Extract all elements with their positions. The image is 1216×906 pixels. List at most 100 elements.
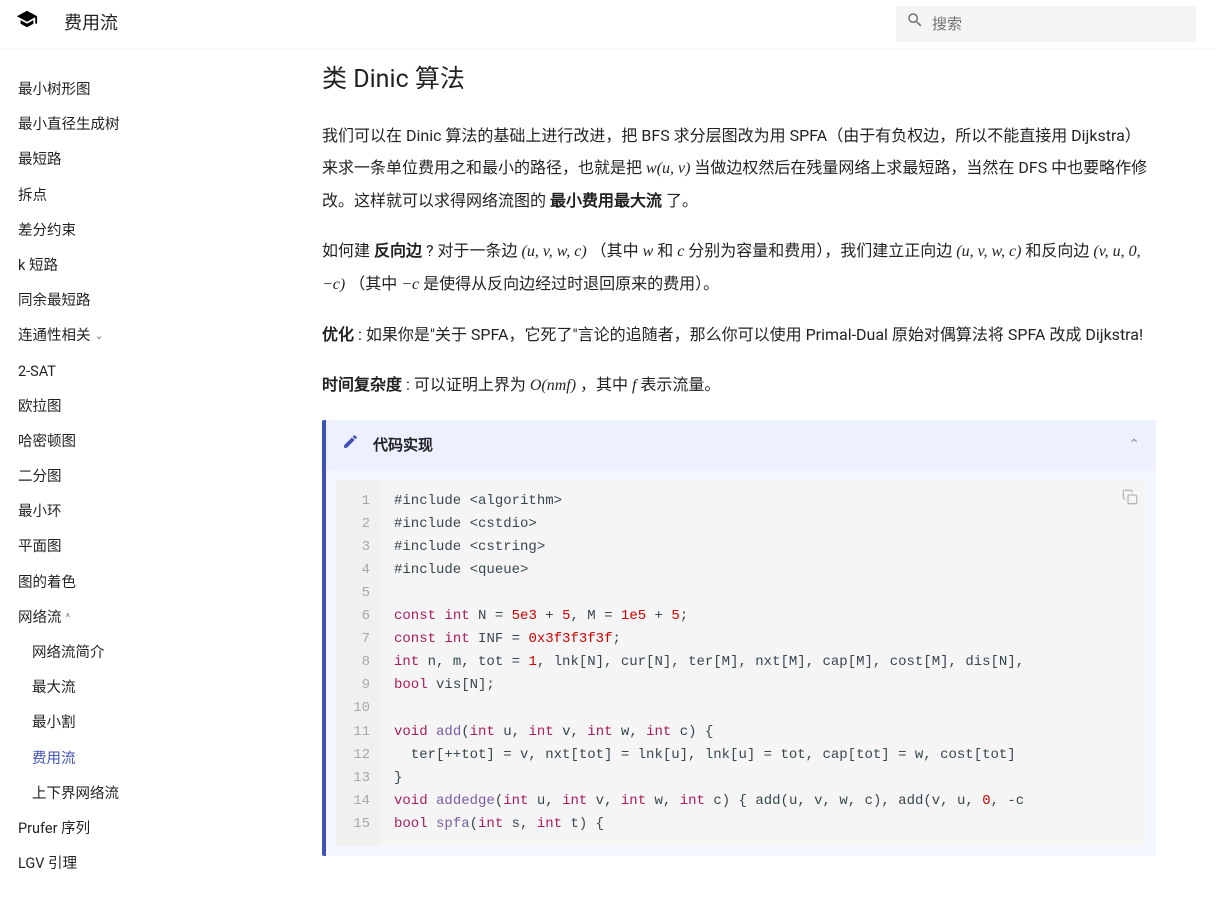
sidebar-item[interactable]: 网络流^ bbox=[0, 600, 242, 635]
text: 和 bbox=[653, 241, 677, 260]
line-number-gutter: 123456789101112131415 bbox=[336, 480, 380, 846]
sidebar-item[interactable]: Prufer 序列 bbox=[0, 811, 242, 846]
sidebar-item[interactable]: 连通性相关⌄ bbox=[0, 318, 242, 353]
page-title: 费用流 bbox=[64, 10, 118, 39]
chevron-icon: ^ bbox=[66, 609, 71, 627]
math-expr: O(nmf) bbox=[530, 377, 576, 394]
line-number: 1 bbox=[350, 490, 370, 513]
line-number: 8 bbox=[350, 651, 370, 674]
code-content[interactable]: #include <algorithm> #include <cstdio> #… bbox=[380, 480, 1146, 846]
strong-text: 最小费用最大流 bbox=[550, 191, 662, 210]
sidebar-item[interactable]: 二分图 bbox=[0, 459, 242, 494]
sidebar-item-label: 最小树形图 bbox=[18, 78, 91, 101]
strong-text: 时间复杂度 bbox=[322, 375, 402, 394]
strong-text: 优化 bbox=[322, 325, 354, 344]
chevron-down-icon: ⌃ bbox=[1128, 434, 1140, 456]
line-number: 5 bbox=[350, 582, 370, 605]
math-expr: w bbox=[643, 243, 654, 260]
sidebar-item-label: 平面图 bbox=[18, 535, 62, 558]
line-number: 7 bbox=[350, 628, 370, 651]
paragraph-complexity: 时间复杂度 : 可以证明上界为 O(nmf) ，其中 f 表示流量。 bbox=[322, 369, 1156, 402]
sidebar-item-label: 网络流简介 bbox=[32, 644, 105, 661]
sidebar-item-label: 差分约束 bbox=[18, 219, 76, 242]
sidebar-subitem[interactable]: 最小割 bbox=[0, 705, 242, 740]
sidebar-item[interactable]: 最短路 bbox=[0, 142, 242, 177]
sidebar-item-label: LGV 引理 bbox=[18, 852, 77, 875]
search-input[interactable] bbox=[932, 16, 1186, 33]
line-number: 13 bbox=[350, 767, 370, 790]
code-block: 123456789101112131415 #include <algorith… bbox=[336, 480, 1146, 846]
sidebar-item[interactable]: LGV 引理 bbox=[0, 846, 242, 875]
sidebar-item[interactable]: 欧拉图 bbox=[0, 389, 242, 424]
sidebar-subitem[interactable]: 上下界网络流 bbox=[0, 776, 242, 811]
chevron-icon: ⌄ bbox=[95, 327, 104, 345]
main-content: 类 Dinic 算法 我们可以在 Dinic 算法的基础上进行改进，把 BFS … bbox=[242, 48, 1216, 906]
code-card-title: 代码实现 bbox=[373, 433, 1128, 457]
text: 是使得从反向边经过时退回原来的费用）。 bbox=[419, 274, 719, 293]
sidebar-item-label: 同余最短路 bbox=[18, 289, 91, 312]
text: （其中 bbox=[345, 274, 401, 293]
math-expr: (u, v, w, c) bbox=[521, 243, 586, 260]
line-number: 9 bbox=[350, 674, 370, 697]
pencil-icon bbox=[342, 432, 359, 458]
code-block-wrapper: 123456789101112131415 #include <algorith… bbox=[326, 470, 1156, 856]
grad-cap-icon[interactable] bbox=[16, 6, 38, 41]
sidebar-item-label: 最大流 bbox=[32, 679, 76, 696]
sidebar-item-label: k 短路 bbox=[18, 254, 58, 277]
sidebar-nav: 最小树形图最小直径生成树最短路拆点差分约束 k 短路同余最短路连通性相关⌄ 2-SA… bbox=[0, 48, 242, 875]
text: : 如果你是"关于 SPFA，它死了"言论的追随者，那么你可以使用 Primal… bbox=[354, 325, 1143, 344]
sidebar-item[interactable]: k 短路 bbox=[0, 248, 242, 283]
sidebar-item-label: 上下界网络流 bbox=[32, 785, 119, 802]
sidebar-item-label: 网络流 bbox=[18, 606, 62, 629]
search-icon bbox=[906, 10, 924, 39]
sidebar-item[interactable]: 哈密顿图 bbox=[0, 424, 242, 459]
sidebar-item-label: 2-SAT bbox=[18, 360, 56, 383]
sidebar-item[interactable]: 最小树形图 bbox=[0, 72, 242, 107]
sidebar-item-label: 欧拉图 bbox=[18, 395, 62, 418]
text: （其中 bbox=[587, 241, 643, 260]
line-number: 4 bbox=[350, 559, 370, 582]
sidebar-item[interactable]: 最小环 bbox=[0, 494, 242, 529]
math-expr: w(u, v) bbox=[646, 160, 690, 177]
text: : 可以证明上界为 bbox=[402, 375, 530, 394]
text: 表示流量。 bbox=[636, 375, 720, 394]
sidebar-item-label: 最小割 bbox=[32, 714, 76, 731]
paragraph-optimization: 优化 : 如果你是"关于 SPFA，它死了"言论的追随者，那么你可以使用 Pri… bbox=[322, 319, 1156, 351]
sidebar-item[interactable]: 同余最短路 bbox=[0, 283, 242, 318]
copy-icon[interactable] bbox=[1122, 488, 1138, 514]
code-card: 代码实现 ⌃ 123456789101112131415 #include <a… bbox=[322, 420, 1156, 856]
sidebar-item[interactable]: 最小直径生成树 bbox=[0, 107, 242, 142]
sidebar-item[interactable]: 2-SAT bbox=[0, 354, 242, 389]
sidebar-item-label: 拆点 bbox=[18, 184, 47, 207]
text: ? 对于一条边 bbox=[422, 241, 521, 260]
line-number: 10 bbox=[350, 697, 370, 720]
sidebar-subitem[interactable]: 最大流 bbox=[0, 670, 242, 705]
paragraph-intro: 我们可以在 Dinic 算法的基础上进行改进，把 BFS 求分层图改为用 SPF… bbox=[322, 120, 1156, 217]
sidebar-item-label: 最短路 bbox=[18, 148, 62, 171]
sidebar-item-label: Prufer 序列 bbox=[18, 817, 90, 840]
text: ，其中 bbox=[576, 375, 632, 394]
sidebar-subitem[interactable]: 费用流 bbox=[0, 741, 242, 776]
math-expr: (u, v, w, c) bbox=[956, 243, 1021, 260]
line-number: 6 bbox=[350, 605, 370, 628]
line-number: 15 bbox=[350, 813, 370, 836]
sidebar-item-label: 二分图 bbox=[18, 465, 62, 488]
sidebar-item-label: 连通性相关 bbox=[18, 324, 91, 347]
sidebar-item[interactable]: 拆点 bbox=[0, 178, 242, 213]
sidebar-item-label: 哈密顿图 bbox=[18, 430, 76, 453]
text: 分别为容量和费用），我们建立正向边 bbox=[684, 241, 956, 260]
sidebar-item-label: 费用流 bbox=[32, 750, 76, 767]
math-expr: −c bbox=[401, 276, 419, 293]
text: 和反向边 bbox=[1021, 241, 1093, 260]
line-number: 3 bbox=[350, 536, 370, 559]
section-heading: 类 Dinic 算法 bbox=[322, 60, 1156, 100]
sidebar-item[interactable]: 差分约束 bbox=[0, 213, 242, 248]
sidebar-item[interactable]: 平面图 bbox=[0, 529, 242, 564]
sidebar-subitem[interactable]: 网络流简介 bbox=[0, 635, 242, 670]
text: 如何建 bbox=[322, 241, 374, 260]
search-box[interactable] bbox=[896, 6, 1196, 42]
sidebar-item[interactable]: 图的着色 bbox=[0, 565, 242, 600]
paragraph-reverse-edge: 如何建 反向边 ? 对于一条边 (u, v, w, c) （其中 w 和 c 分… bbox=[322, 235, 1156, 301]
line-number: 14 bbox=[350, 790, 370, 813]
code-card-header[interactable]: 代码实现 ⌃ bbox=[326, 420, 1156, 470]
